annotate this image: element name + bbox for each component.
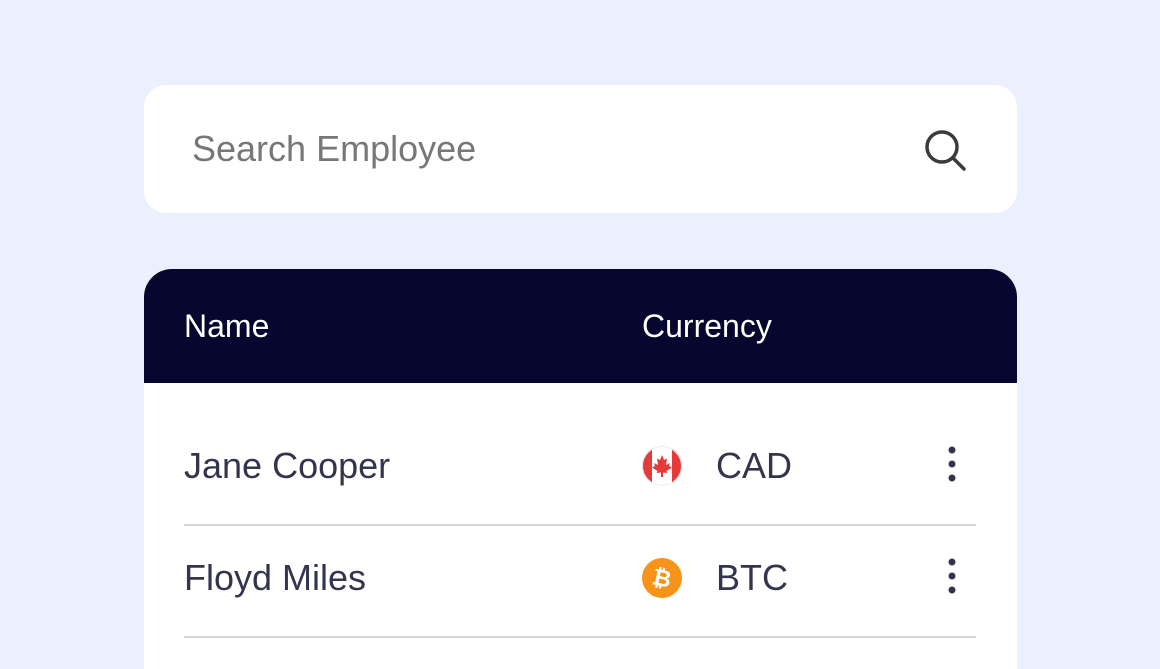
column-header-currency[interactable]: Currency	[642, 306, 772, 346]
more-options-icon[interactable]	[940, 444, 964, 484]
employee-table: Name Currency Jane Cooper CAD Floyd Mile…	[144, 269, 1017, 669]
column-header-name[interactable]: Name	[184, 306, 269, 346]
bitcoin-icon: ₿	[642, 558, 682, 598]
more-options-icon[interactable]	[940, 556, 964, 596]
search-box[interactable]	[144, 85, 1017, 213]
search-icon[interactable]	[924, 129, 968, 173]
employee-name: Floyd Miles	[184, 557, 367, 598]
currency-code: BTC	[716, 557, 788, 598]
canada-flag-icon	[642, 446, 682, 486]
table-row[interactable]: Jane Cooper CAD	[144, 414, 1017, 526]
currency-code: CAD	[716, 445, 793, 486]
row-divider	[184, 636, 976, 638]
employee-name: Jane Cooper	[184, 445, 391, 486]
table-row[interactable]: Floyd Miles ₿ BTC	[144, 526, 1017, 638]
table-header: Name Currency	[144, 269, 1017, 383]
search-input[interactable]	[192, 119, 892, 179]
